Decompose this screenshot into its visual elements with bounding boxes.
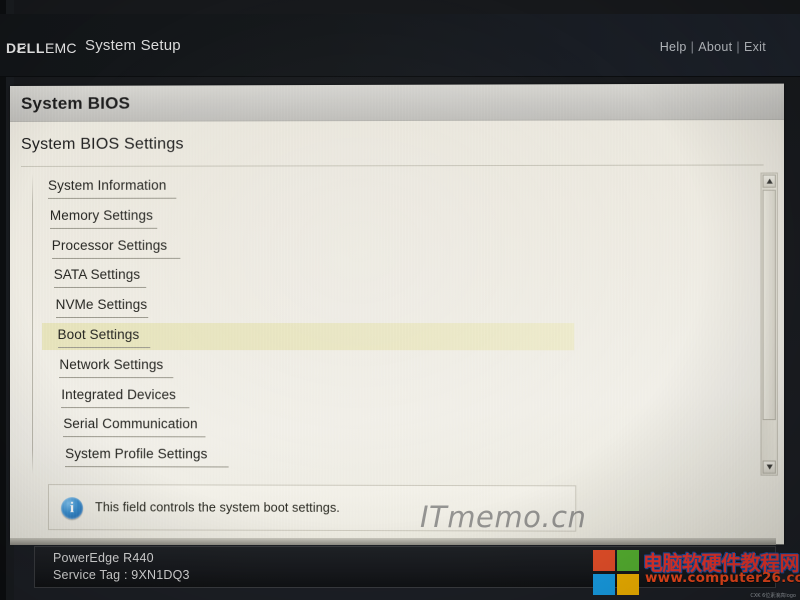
menu-item-underline [54, 287, 146, 288]
menu-item-underline [65, 466, 229, 467]
bios-settings-menu: System Information Memory Settings Process… [10, 173, 784, 481]
menu-item-underline [58, 347, 150, 348]
page-subtitle: System BIOS Settings [21, 136, 184, 154]
windows-quadrant-green [617, 550, 639, 571]
menu-item-label: Network Settings [59, 357, 163, 375]
site-banner-watermark: 电脑软硬件教程网 www.computer26.com CXK 6位素浪高log… [585, 546, 800, 600]
menu-item-underline [59, 377, 173, 378]
help-info-box: This field controls the system boot sett… [48, 484, 576, 532]
menu-item-memory-settings[interactable]: Memory Settings [10, 203, 784, 234]
about-link[interactable]: About [698, 40, 732, 54]
menu-item-system-information[interactable]: System Information [10, 173, 784, 204]
menu-item-underline [52, 257, 180, 258]
menu-item-underline [50, 228, 157, 229]
menu-item-underline [48, 198, 176, 199]
menu-item-network-settings[interactable]: Network Settings [10, 353, 784, 384]
menu-item-sata-settings[interactable]: SATA Settings [10, 263, 784, 294]
service-tag: Service Tag : 9XN1DQ3 [53, 568, 190, 582]
menu-item-label: NVMe Settings [56, 297, 148, 315]
banner-site-url: www.computer26.com [645, 570, 800, 586]
info-icon [61, 497, 83, 519]
link-separator-2: | [736, 40, 740, 54]
chevron-down-icon [767, 465, 773, 470]
menu-item-label: Memory Settings [50, 208, 153, 226]
menu-item-underline [63, 436, 205, 437]
banner-credit-text: CXK 6位素浪高logo [750, 592, 796, 599]
subtitle-divider [21, 164, 764, 167]
panel-bottom-edge [10, 538, 776, 545]
menu-item-integrated-devices[interactable]: Integrated Devices [10, 383, 784, 414]
bios-screen-photo: DELLEMC System Setup Help | About | Exit Sys… [0, 0, 800, 600]
menu-item-system-profile-settings[interactable]: System Profile Settings [10, 442, 784, 474]
windows-quadrant-red [593, 550, 615, 571]
help-link[interactable]: Help [660, 40, 687, 54]
windows-quadrant-yellow [617, 574, 639, 595]
emc-wordmark: EMC [45, 40, 77, 56]
dell-wordmark: DELL [6, 40, 45, 56]
menu-item-label: Integrated Devices [61, 387, 176, 405]
menu-item-underline [56, 317, 148, 318]
windows-logo-icon [593, 550, 641, 596]
scroll-down-button[interactable] [763, 460, 776, 473]
chevron-up-icon [767, 179, 773, 184]
server-model: PowerEdge R440 [53, 551, 154, 565]
menu-scrollbar[interactable] [761, 173, 778, 476]
menu-item-boot-settings[interactable]: Boot Settings [10, 323, 784, 353]
help-info-text: This field controls the system boot sett… [95, 500, 340, 515]
exit-link[interactable]: Exit [744, 40, 766, 54]
scroll-up-button[interactable] [763, 175, 776, 188]
dell-emc-logo: DELLEMC [6, 40, 77, 56]
windows-quadrant-blue [593, 574, 615, 595]
app-title: System Setup [85, 37, 181, 54]
menu-item-label: Processor Settings [52, 237, 167, 255]
menu-item-label: Boot Settings [58, 327, 140, 345]
page-title: System BIOS [21, 94, 130, 114]
menu-item-label: System Profile Settings [65, 446, 207, 464]
menu-item-label: System Information [48, 178, 166, 196]
system-setup-header: DELLEMC System Setup Help | About | Exit [0, 14, 800, 77]
header-links: Help | About | Exit [660, 40, 766, 54]
bios-titlebar: System BIOS [10, 84, 784, 122]
menu-item-label: Serial Communication [63, 416, 197, 434]
menu-item-nvme-settings[interactable]: NVMe Settings [10, 293, 784, 323]
system-bios-panel: System BIOS System BIOS Settings System … [10, 84, 784, 545]
menu-item-label: SATA Settings [54, 267, 141, 285]
link-separator-1: | [691, 40, 695, 54]
menu-item-processor-settings[interactable]: Processor Settings [10, 233, 784, 264]
menu-item-serial-communication[interactable]: Serial Communication [10, 412, 784, 443]
menu-item-underline [61, 407, 189, 408]
scrollbar-thumb[interactable] [763, 190, 776, 420]
